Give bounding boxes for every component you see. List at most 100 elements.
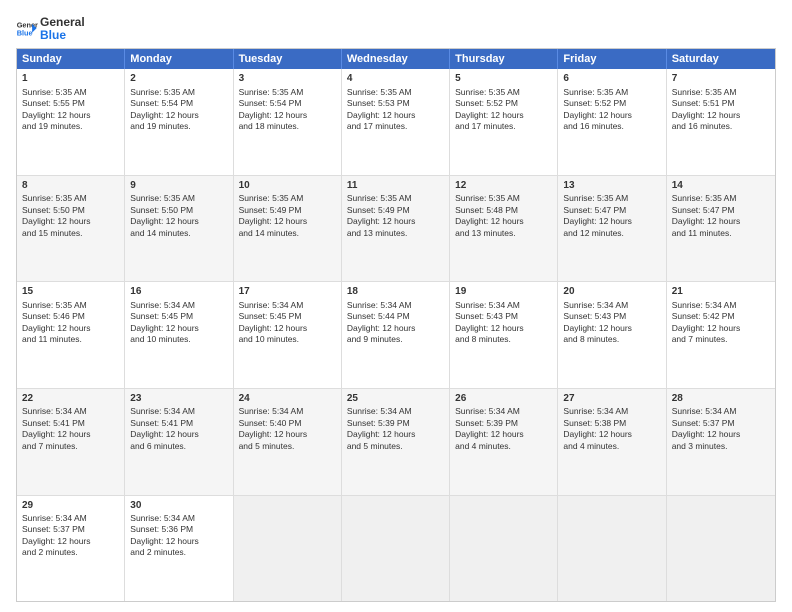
day-info-line: Sunset: 5:47 PM	[672, 205, 770, 216]
day-info-line: Sunset: 5:50 PM	[22, 205, 119, 216]
day-cell-17: 17Sunrise: 5:34 AMSunset: 5:45 PMDayligh…	[234, 282, 342, 388]
day-cell-27: 27Sunrise: 5:34 AMSunset: 5:38 PMDayligh…	[558, 389, 666, 495]
day-info-line: and 9 minutes.	[347, 334, 444, 345]
day-info-line: and 4 minutes.	[455, 441, 552, 452]
day-info-line: Daylight: 12 hours	[130, 323, 227, 334]
day-info-line: and 8 minutes.	[455, 334, 552, 345]
day-info-line: Sunrise: 5:35 AM	[347, 193, 444, 204]
day-info-line: and 16 minutes.	[563, 121, 660, 132]
day-number: 27	[563, 392, 660, 406]
weekday-header-thursday: Thursday	[450, 49, 558, 69]
weekday-header-friday: Friday	[558, 49, 666, 69]
calendar: SundayMondayTuesdayWednesdayThursdayFrid…	[16, 48, 776, 602]
day-cell-13: 13Sunrise: 5:35 AMSunset: 5:47 PMDayligh…	[558, 176, 666, 282]
day-cell-30: 30Sunrise: 5:34 AMSunset: 5:36 PMDayligh…	[125, 496, 233, 602]
day-info-line: Sunrise: 5:34 AM	[455, 300, 552, 311]
day-cell-2: 2Sunrise: 5:35 AMSunset: 5:54 PMDaylight…	[125, 69, 233, 175]
day-cell-8: 8Sunrise: 5:35 AMSunset: 5:50 PMDaylight…	[17, 176, 125, 282]
day-number: 28	[672, 392, 770, 406]
day-number: 20	[563, 285, 660, 299]
day-info-line: Sunrise: 5:35 AM	[563, 87, 660, 98]
day-number: 1	[22, 72, 119, 86]
day-number: 15	[22, 285, 119, 299]
day-info-line: Sunrise: 5:34 AM	[239, 406, 336, 417]
day-info-line: Sunrise: 5:34 AM	[239, 300, 336, 311]
day-info-line: Sunrise: 5:34 AM	[130, 513, 227, 524]
day-number: 9	[130, 179, 227, 193]
day-cell-19: 19Sunrise: 5:34 AMSunset: 5:43 PMDayligh…	[450, 282, 558, 388]
weekday-header-wednesday: Wednesday	[342, 49, 450, 69]
day-info-line: Sunset: 5:44 PM	[347, 311, 444, 322]
day-info-line: and 15 minutes.	[22, 228, 119, 239]
day-cell-15: 15Sunrise: 5:35 AMSunset: 5:46 PMDayligh…	[17, 282, 125, 388]
empty-cell	[667, 496, 775, 602]
day-info-line: and 7 minutes.	[672, 334, 770, 345]
day-info-line: Sunset: 5:46 PM	[22, 311, 119, 322]
day-info-line: Daylight: 12 hours	[455, 323, 552, 334]
day-info-line: Daylight: 12 hours	[239, 110, 336, 121]
day-info-line: Sunset: 5:37 PM	[22, 524, 119, 535]
day-number: 21	[672, 285, 770, 299]
day-number: 8	[22, 179, 119, 193]
day-info-line: and 16 minutes.	[672, 121, 770, 132]
day-info-line: Daylight: 12 hours	[22, 216, 119, 227]
day-info-line: Sunrise: 5:35 AM	[22, 193, 119, 204]
day-info-line: Daylight: 12 hours	[130, 429, 227, 440]
day-info-line: and 11 minutes.	[22, 334, 119, 345]
day-info-line: Sunset: 5:47 PM	[563, 205, 660, 216]
day-info-line: Sunrise: 5:35 AM	[239, 87, 336, 98]
day-info-line: and 14 minutes.	[239, 228, 336, 239]
day-info-line: Daylight: 12 hours	[239, 323, 336, 334]
day-info-line: and 6 minutes.	[130, 441, 227, 452]
day-number: 7	[672, 72, 770, 86]
day-info-line: and 13 minutes.	[347, 228, 444, 239]
day-info-line: Sunrise: 5:35 AM	[22, 87, 119, 98]
day-info-line: Daylight: 12 hours	[672, 323, 770, 334]
day-info-line: and 10 minutes.	[130, 334, 227, 345]
day-info-line: Sunrise: 5:34 AM	[22, 406, 119, 417]
day-info-line: Sunrise: 5:34 AM	[22, 513, 119, 524]
day-info-line: Sunset: 5:51 PM	[672, 98, 770, 109]
day-info-line: Sunrise: 5:35 AM	[455, 193, 552, 204]
day-info-line: Sunrise: 5:34 AM	[563, 300, 660, 311]
day-info-line: Sunrise: 5:34 AM	[672, 300, 770, 311]
day-info-line: Sunrise: 5:34 AM	[130, 406, 227, 417]
day-info-line: Sunrise: 5:34 AM	[347, 300, 444, 311]
day-info-line: and 17 minutes.	[455, 121, 552, 132]
day-info-line: Sunset: 5:40 PM	[239, 418, 336, 429]
day-info-line: Daylight: 12 hours	[347, 429, 444, 440]
day-info-line: Sunrise: 5:35 AM	[347, 87, 444, 98]
day-info-line: Sunset: 5:53 PM	[347, 98, 444, 109]
day-number: 23	[130, 392, 227, 406]
day-number: 25	[347, 392, 444, 406]
day-info-line: Sunset: 5:39 PM	[455, 418, 552, 429]
day-info-line: Sunset: 5:52 PM	[563, 98, 660, 109]
day-cell-25: 25Sunrise: 5:34 AMSunset: 5:39 PMDayligh…	[342, 389, 450, 495]
day-info-line: Sunset: 5:36 PM	[130, 524, 227, 535]
day-number: 10	[239, 179, 336, 193]
day-number: 5	[455, 72, 552, 86]
day-info-line: and 13 minutes.	[455, 228, 552, 239]
day-info-line: and 8 minutes.	[563, 334, 660, 345]
day-number: 18	[347, 285, 444, 299]
day-cell-14: 14Sunrise: 5:35 AMSunset: 5:47 PMDayligh…	[667, 176, 775, 282]
day-cell-21: 21Sunrise: 5:34 AMSunset: 5:42 PMDayligh…	[667, 282, 775, 388]
day-info-line: Sunset: 5:42 PM	[672, 311, 770, 322]
day-info-line: Sunrise: 5:35 AM	[22, 300, 119, 311]
day-info-line: and 18 minutes.	[239, 121, 336, 132]
day-number: 13	[563, 179, 660, 193]
day-cell-12: 12Sunrise: 5:35 AMSunset: 5:48 PMDayligh…	[450, 176, 558, 282]
day-info-line: Daylight: 12 hours	[672, 216, 770, 227]
day-number: 17	[239, 285, 336, 299]
weekday-header-monday: Monday	[125, 49, 233, 69]
day-info-line: Sunrise: 5:34 AM	[563, 406, 660, 417]
day-info-line: Daylight: 12 hours	[130, 536, 227, 547]
day-number: 26	[455, 392, 552, 406]
day-number: 30	[130, 499, 227, 513]
day-info-line: Daylight: 12 hours	[130, 216, 227, 227]
day-info-line: and 7 minutes.	[22, 441, 119, 452]
day-info-line: and 5 minutes.	[239, 441, 336, 452]
empty-cell	[450, 496, 558, 602]
logo-icon: General Blue	[16, 18, 38, 40]
day-info-line: and 2 minutes.	[130, 547, 227, 558]
